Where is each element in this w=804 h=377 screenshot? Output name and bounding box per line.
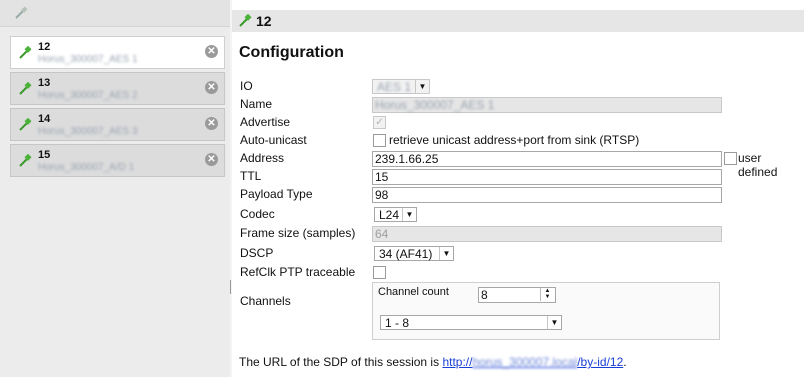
dscp-value: 34 (AF41) bbox=[379, 247, 433, 261]
close-icon[interactable]: ✕ bbox=[205, 45, 218, 58]
panel-splitter[interactable] bbox=[230, 0, 232, 377]
ttl-field[interactable]: 15 bbox=[372, 169, 722, 185]
payload-type-field[interactable]: 98 bbox=[372, 187, 722, 203]
session-name: Horus_300007_AES 1 bbox=[38, 54, 138, 65]
user-defined-checkbox[interactable] bbox=[724, 152, 737, 165]
address-label: Address bbox=[240, 151, 285, 165]
plug-icon bbox=[18, 153, 34, 171]
name-field[interactable]: Horus_300007_AES 1 bbox=[372, 97, 722, 113]
io-select[interactable]: AES 1 ▼ bbox=[372, 79, 430, 94]
sdp-url-host: horus_300007.local bbox=[472, 355, 578, 369]
session-list-header bbox=[0, 0, 230, 27]
auto-unicast-checkbox[interactable] bbox=[373, 134, 386, 147]
name-value: Horus_300007_AES 1 bbox=[375, 98, 495, 112]
sdp-url-sentence: The URL of the SDP of this session is ht… bbox=[239, 355, 627, 369]
channel-range-select[interactable]: 1 - 8 ▼ bbox=[380, 315, 562, 330]
configuration-heading: Configuration bbox=[239, 44, 344, 61]
sdp-url-link[interactable]: http://horus_300007.local/by-id/12 bbox=[442, 355, 623, 369]
splitter-grip[interactable] bbox=[230, 280, 231, 294]
codec-select[interactable]: L24 ▼ bbox=[374, 207, 417, 222]
session-number: 13 bbox=[38, 77, 51, 89]
refclk-checkbox[interactable] bbox=[373, 266, 386, 279]
close-icon[interactable]: ✕ bbox=[205, 81, 218, 94]
plug-icon bbox=[18, 117, 34, 135]
payload-type-label: Payload Type bbox=[240, 187, 313, 201]
auto-unicast-label: Auto-unicast bbox=[240, 133, 307, 147]
session-item-13[interactable]: 13 Horus_300007_AES 2 ✕ bbox=[10, 72, 225, 105]
frame-size-field[interactable]: 64 bbox=[372, 226, 722, 242]
chevron-down-icon: ▼ bbox=[547, 316, 561, 329]
io-label: IO bbox=[240, 79, 253, 93]
plug-icon bbox=[18, 81, 34, 99]
session-number: 14 bbox=[38, 113, 51, 125]
session-name: Horus_300007_AES 2 bbox=[38, 90, 138, 101]
codec-label: Codec bbox=[240, 207, 275, 221]
plug-icon bbox=[18, 45, 34, 63]
session-header-bar: 12 bbox=[232, 10, 804, 32]
advertise-checkbox[interactable]: ✓ bbox=[373, 116, 386, 129]
chevron-down-icon: ▼ bbox=[415, 80, 429, 93]
ttl-label: TTL bbox=[240, 169, 262, 183]
plug-icon bbox=[238, 13, 254, 31]
user-defined-text: user defined bbox=[738, 151, 778, 179]
chevron-down-icon: ▼ bbox=[402, 208, 416, 221]
refclk-label: RefClk PTP traceable bbox=[240, 265, 356, 279]
channel-range-value: 1 - 8 bbox=[385, 316, 410, 330]
channels-label: Channels bbox=[240, 294, 291, 308]
session-item-15[interactable]: 15 Horus_300007_A/D 1 ✕ bbox=[10, 144, 225, 177]
address-field[interactable]: 239.1.66.25 bbox=[372, 151, 722, 167]
session-name: Horus_300007_AES 3 bbox=[38, 126, 138, 137]
frame-size-label: Frame size (samples) bbox=[240, 226, 356, 240]
codec-value: L24 bbox=[379, 208, 400, 222]
sdp-url-scheme: http:// bbox=[442, 355, 473, 369]
sdp-url-path: /by-id/12 bbox=[577, 355, 624, 369]
dscp-label: DSCP bbox=[240, 246, 274, 260]
sdp-url-suffix: . bbox=[623, 355, 627, 369]
session-number: 15 bbox=[38, 149, 51, 161]
session-list-panel: 12 Horus_300007_AES 1 ✕ 13 Horus_300007_… bbox=[0, 0, 230, 377]
stepper-icon[interactable]: ▲ ▼ bbox=[540, 288, 554, 301]
plug-icon[interactable] bbox=[14, 6, 30, 23]
sdp-url-prefix: The URL of the SDP of this session is bbox=[239, 355, 443, 369]
close-icon[interactable]: ✕ bbox=[205, 117, 218, 130]
io-value: AES 1 bbox=[377, 80, 412, 94]
session-item-12[interactable]: 12 Horus_300007_AES 1 ✕ bbox=[10, 36, 225, 69]
chevron-down-icon: ▼ bbox=[439, 247, 453, 260]
session-item-14[interactable]: 14 Horus_300007_AES 3 ✕ bbox=[10, 108, 225, 141]
session-title: 12 bbox=[256, 13, 272, 29]
name-label: Name bbox=[240, 97, 273, 111]
advertise-label: Advertise bbox=[240, 115, 291, 129]
close-icon[interactable]: ✕ bbox=[205, 153, 218, 166]
auto-unicast-text: retrieve unicast address+port from sink … bbox=[389, 133, 640, 147]
session-name: Horus_300007_A/D 1 bbox=[38, 162, 135, 173]
channel-count-label: Channel count bbox=[378, 286, 449, 298]
session-number: 12 bbox=[38, 41, 51, 53]
dscp-select[interactable]: 34 (AF41) ▼ bbox=[374, 246, 454, 261]
